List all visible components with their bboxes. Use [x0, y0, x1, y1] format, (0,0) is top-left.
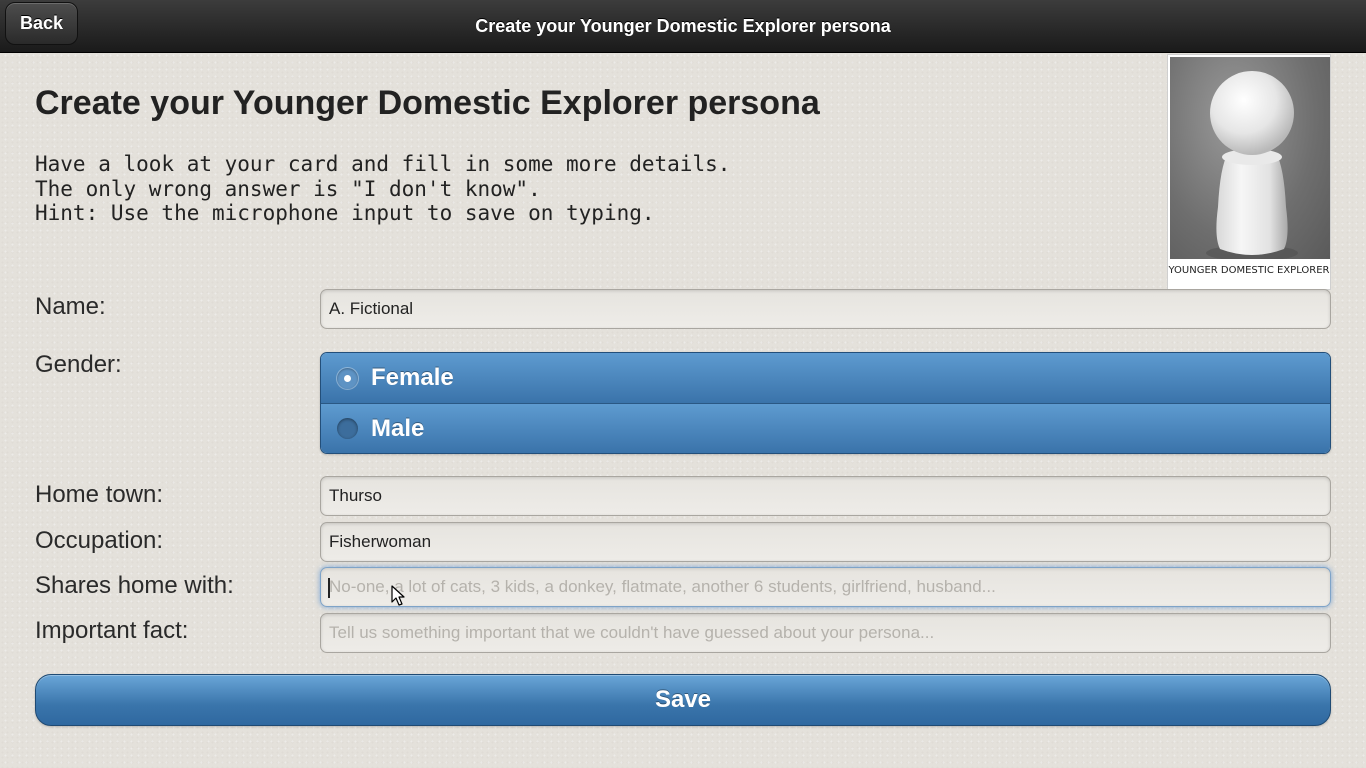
toolbar-title: Create your Younger Domestic Explorer pe… [475, 16, 891, 36]
gender-option-male[interactable]: Male [321, 403, 1330, 453]
intro-line: Have a look at your card and fill in som… [35, 152, 731, 176]
shares-home-label: Shares home with: [35, 572, 234, 599]
intro-line: The only wrong answer is "I don't know". [35, 176, 541, 201]
gender-option-label: Male [371, 414, 425, 442]
top-toolbar: Back Create your Younger Domestic Explor… [0, 0, 1366, 53]
intro-line: Hint: Use the microphone input to save o… [35, 201, 655, 225]
persona-card: YOUNGER DOMESTIC EXPLORER [1167, 54, 1331, 290]
gender-option-label: Female [371, 364, 454, 391]
gender-radio-group: Female Male [320, 352, 1331, 454]
back-button[interactable]: Back [5, 2, 78, 45]
name-label: Name: [35, 293, 106, 320]
radio-unselected-icon [337, 418, 358, 439]
page-title: Create your Younger Domestic Explorer pe… [35, 84, 820, 122]
occupation-label: Occupation: [35, 527, 164, 554]
card-caption: YOUNGER DOMESTIC EXPLORER [1168, 265, 1330, 276]
shares-home-field[interactable] [320, 567, 1331, 607]
name-field[interactable] [320, 289, 1331, 329]
home-town-field[interactable] [320, 476, 1331, 516]
gender-label: Gender: [35, 351, 122, 378]
save-button[interactable]: Save [35, 674, 1331, 726]
gender-option-female[interactable]: Female [321, 353, 1330, 403]
occupation-field[interactable] [320, 522, 1331, 562]
important-fact-label: Important fact: [35, 617, 189, 644]
important-fact-field[interactable] [320, 613, 1331, 653]
mouse-pointer-icon [391, 585, 405, 606]
text-caret [328, 578, 330, 598]
radio-selected-icon [337, 367, 358, 389]
intro-text: Have a look at your card and fill in som… [35, 152, 730, 226]
home-town-label: Home town: [35, 481, 164, 508]
pawn-figure-image [1170, 57, 1330, 259]
